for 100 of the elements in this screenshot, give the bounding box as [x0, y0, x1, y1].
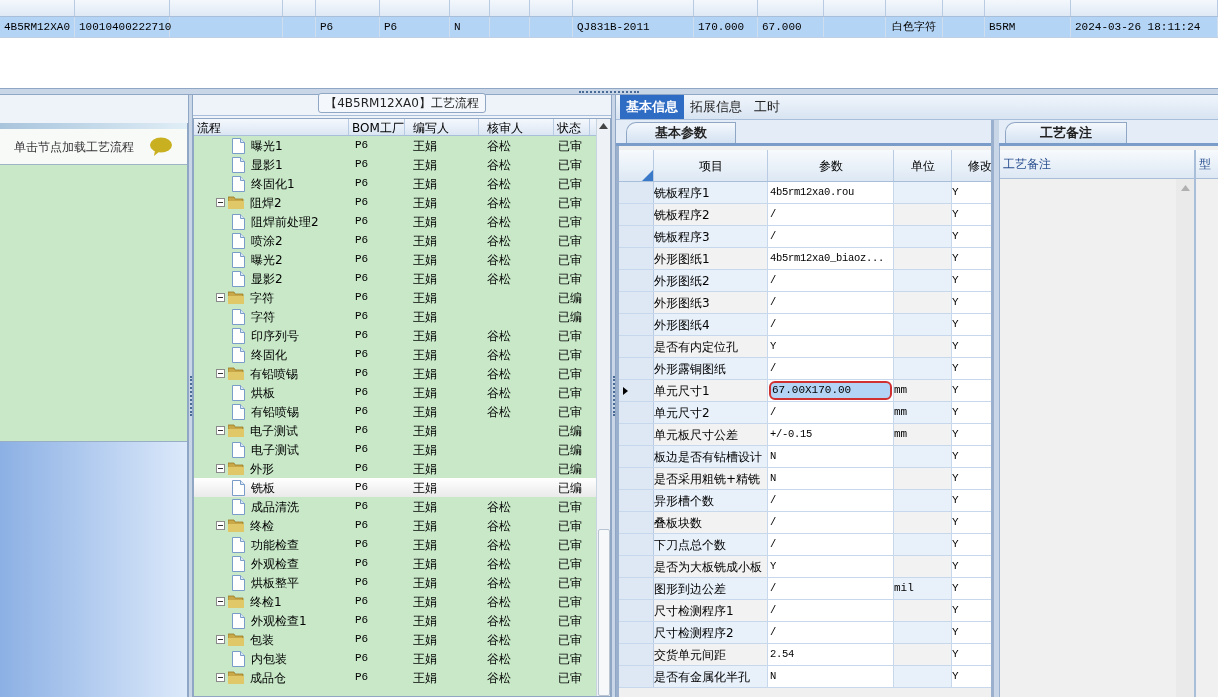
scrollbar[interactable]: [1176, 179, 1196, 697]
tree-row[interactable]: 电子测试 P6 王娟 已编: [194, 421, 596, 440]
tree-row[interactable]: 内包装 P6 王娟 谷松 已审: [194, 649, 596, 668]
scroll-up-icon[interactable]: [599, 123, 608, 129]
tree-row[interactable]: 终检 P6 王娟 谷松 已审: [194, 516, 596, 535]
splitter-handle[interactable]: [579, 90, 639, 93]
collapse-toggle[interactable]: [216, 464, 225, 473]
collapse-toggle[interactable]: [216, 293, 225, 302]
tree-row[interactable]: 外观检查1 P6 王娟 谷松 已审: [194, 611, 596, 630]
column-header[interactable]: 项目: [654, 150, 768, 181]
tree-row[interactable]: 包装 P6 王娟 谷松 已审: [194, 630, 596, 649]
tree-row[interactable]: 功能检查 P6 王娟 谷松 已审: [194, 535, 596, 554]
tree-row[interactable]: 成品清洗 P6 王娟 谷松 已审: [194, 497, 596, 516]
tree-row[interactable]: 显影2 P6 王娟 谷松 已审: [194, 269, 596, 288]
scrollbar-thumb[interactable]: [597, 529, 610, 696]
column-header[interactable]: 型: [1196, 150, 1216, 178]
table-row[interactable]: 板边是否有钻槽设计 N Y: [619, 446, 991, 468]
collapse-toggle[interactable]: [216, 597, 225, 606]
tree-row[interactable]: 阻焊前处理2 P6 王娟 谷松 已审: [194, 212, 596, 231]
collapse-toggle[interactable]: [216, 635, 225, 644]
collapse-toggle[interactable]: [216, 426, 225, 435]
collapse-toggle[interactable]: [216, 198, 225, 207]
column-header[interactable]: 编写人: [405, 119, 479, 135]
tree-row[interactable]: 烘板 P6 王娟 谷松 已审: [194, 383, 596, 402]
panel-tab[interactable]: 工艺备注: [1005, 122, 1127, 143]
table-row[interactable]: 是否为大板铣成小板 Y Y: [619, 556, 991, 578]
table-row[interactable]: 外形图纸2 / Y: [619, 270, 991, 292]
tree-row[interactable]: 成品仓 P6 王娟 谷松 已审: [194, 668, 596, 687]
tree-item-label: 阻焊2: [250, 194, 282, 212]
table-cell: 王娟: [413, 499, 437, 514]
tree-row[interactable]: 曝光2 P6 王娟 谷松 已审: [194, 250, 596, 269]
table-row[interactable]: 交货单元间距 2.54 Y: [619, 644, 991, 666]
tree-row[interactable]: 印序列号 P6 王娟 谷松 已审: [194, 326, 596, 345]
tree-row[interactable]: 终固化 P6 王娟 谷松 已审: [194, 345, 596, 364]
table-cell[interactable]: 67.00X170.00: [769, 381, 892, 400]
collapse-toggle[interactable]: [216, 673, 225, 682]
table-row[interactable]: 图形到边公差 / mil Y: [619, 578, 991, 600]
column-header[interactable]: 修改: [952, 150, 991, 181]
tab[interactable]: 基本信息: [620, 95, 684, 119]
tab[interactable]: 拓展信息: [684, 95, 748, 119]
tree-row[interactable]: 有铅喷锡 P6 王娟 谷松 已审: [194, 364, 596, 383]
panel-tab[interactable]: 基本参数: [626, 122, 736, 143]
table-row[interactable]: 铣板程序3 / Y: [619, 226, 991, 248]
table-row[interactable]: 异形槽个数 / Y: [619, 490, 991, 512]
table-row[interactable]: 外形图纸3 / Y: [619, 292, 991, 314]
table-cell-text: 2.54: [769, 646, 794, 662]
table-row[interactable]: 铣板程序1 4b5rm12xa0.rou Y: [619, 182, 991, 204]
hint-text: 单击节点加载工艺流程: [14, 138, 134, 156]
table-cell-text: Y: [952, 625, 959, 641]
column-header[interactable]: BOM工厂: [349, 119, 405, 135]
table-row[interactable]: 下刀点总个数 / Y: [619, 534, 991, 556]
tree-row[interactable]: 电子测试 P6 王娟 已编: [194, 440, 596, 459]
collapse-toggle[interactable]: [216, 521, 225, 530]
table-row[interactable]: 单元尺寸1 67.00X170.00 mm Y: [619, 380, 991, 402]
table-row[interactable]: 单元尺寸2 / mm Y: [619, 402, 991, 424]
table-cell: 谷松: [487, 404, 511, 419]
column-header[interactable]: 单位: [894, 150, 952, 181]
tree-row[interactable]: 字符 P6 王娟 已编: [194, 307, 596, 326]
scrollbar[interactable]: [596, 119, 610, 696]
table-row[interactable]: 单元板尺寸公差 +/-0.15 mm Y: [619, 424, 991, 446]
collapse-toggle[interactable]: [216, 369, 225, 378]
table-cell: 王娟: [413, 575, 437, 590]
splitter-handle[interactable]: [612, 376, 615, 416]
table-row[interactable]: 外形露铜图纸 / Y: [619, 358, 991, 380]
column-header[interactable]: 参数: [768, 150, 894, 181]
column-header[interactable]: 核审人: [479, 119, 554, 135]
table-row[interactable]: 是否有内定位孔 Y Y: [619, 336, 991, 358]
tree-row[interactable]: 显影1 P6 王娟 谷松 已审: [194, 155, 596, 174]
tree-row[interactable]: 外观检查 P6 王娟 谷松 已审: [194, 554, 596, 573]
table-row[interactable]: 尺寸检测程序1 / Y: [619, 600, 991, 622]
column-header[interactable]: 状态: [554, 119, 590, 135]
table-cell-text: 尺寸检测程序2: [654, 624, 734, 642]
tree-row[interactable]: 终检1 P6 王娟 谷松 已审: [194, 592, 596, 611]
tree-item-label: 终固化: [251, 346, 287, 364]
table-cell: 谷松: [487, 176, 511, 191]
table-row[interactable]: 是否采用粗铣+精铣 N Y: [619, 468, 991, 490]
tree-item-label: 有铅喷锡: [251, 403, 299, 421]
table-row[interactable]: 是否有金属化半孔 N Y: [619, 666, 991, 688]
tree-row[interactable]: 终固化1 P6 王娟 谷松 已审: [194, 174, 596, 193]
table-cell-text: P6: [384, 19, 398, 35]
table-cell: P6: [355, 196, 369, 209]
tree-row[interactable]: 字符 P6 王娟 已编: [194, 288, 596, 307]
tree-row[interactable]: 外形 P6 王娟 已编: [194, 459, 596, 478]
tab[interactable]: 工时: [748, 95, 786, 119]
table-row[interactable]: 铣板程序2 / Y: [619, 204, 991, 226]
table-row[interactable]: 外形图纸4 / Y: [619, 314, 991, 336]
table-row[interactable]: 4B5RM12XA0 10010400222710 P6 P6 N QJ831B-2011 170.000 67.000 白色字符 B5RM 2024-03-26 18:11:24: [0, 17, 1218, 38]
tree-row[interactable]: 喷涂2 P6 王娟 谷松 已审: [194, 231, 596, 250]
column-header[interactable]: 流程: [194, 119, 349, 135]
tree-row[interactable]: 有铅喷锡 P6 王娟 谷松 已审: [194, 402, 596, 421]
table-row[interactable]: 尺寸检测程序2 / Y: [619, 622, 991, 644]
tree-row[interactable]: 曝光1 P6 王娟 谷松 已审: [194, 136, 596, 155]
splitter-handle[interactable]: [189, 376, 192, 416]
tree-row[interactable]: 烘板整平 P6 王娟 谷松 已审: [194, 573, 596, 592]
table-row[interactable]: 外形图纸1 4b5rm12xa0_biaoz... Y: [619, 248, 991, 270]
table-row[interactable]: 叠板块数 / Y: [619, 512, 991, 534]
table-cell-text: 交货单元间距: [654, 646, 726, 664]
tree-row[interactable]: 铣板 P6 王娟 已编: [194, 478, 596, 497]
tree-row[interactable]: 阻焊2 P6 王娟 谷松 已审: [194, 193, 596, 212]
document-icon: [232, 175, 245, 192]
